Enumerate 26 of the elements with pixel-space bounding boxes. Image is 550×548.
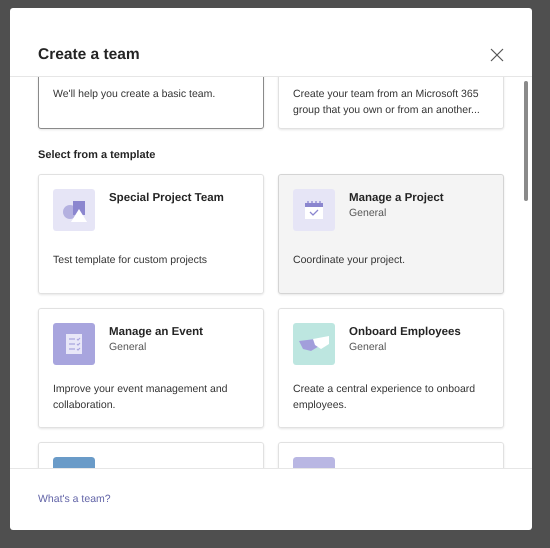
template-description: Coordinate your project. [293,253,406,268]
handshake-icon [293,323,335,365]
team-option-card[interactable]: We'll help you create a basic team. [38,77,264,129]
template-description: Test template for custom projects [53,253,208,268]
template-title: Special Project Team [109,192,224,204]
template-card[interactable]: Onboard Employees General Create a central experience to onboard employees. [278,308,504,428]
section-title: Select from a template [38,149,156,161]
calendar-icon [293,189,335,231]
template-description: Improve your event management and collaboration. [53,382,229,413]
template-title: Manage a Project [349,192,444,204]
shapes-icon [53,189,95,231]
checklist-icon [53,323,95,365]
template-subtitle: General [109,341,148,353]
template-card[interactable]: Manage a Project General Coordinate your project. [278,174,504,294]
scrollbar-thumb[interactable] [524,81,528,201]
close-icon[interactable] [490,48,504,62]
team-option-card[interactable]: Create your team from an Microsoft 365 group that you own or from an another... [278,77,504,129]
dialog-title: Create a team [38,46,140,64]
template-description: Create a central experience to onboard employees. [293,382,476,413]
template-card[interactable]: Special Project Team Test template for custom projects [38,174,264,294]
template-card[interactable]: Manage an Event General Improve your event management and collaboration. [38,308,264,428]
whats-a-team-link[interactable]: What's a team? [38,493,111,505]
template-subtitle: General [349,207,388,219]
template-subtitle: General [349,341,388,353]
template-title: Onboard Employees [349,326,461,338]
template-title: Manage an Event [109,326,203,338]
